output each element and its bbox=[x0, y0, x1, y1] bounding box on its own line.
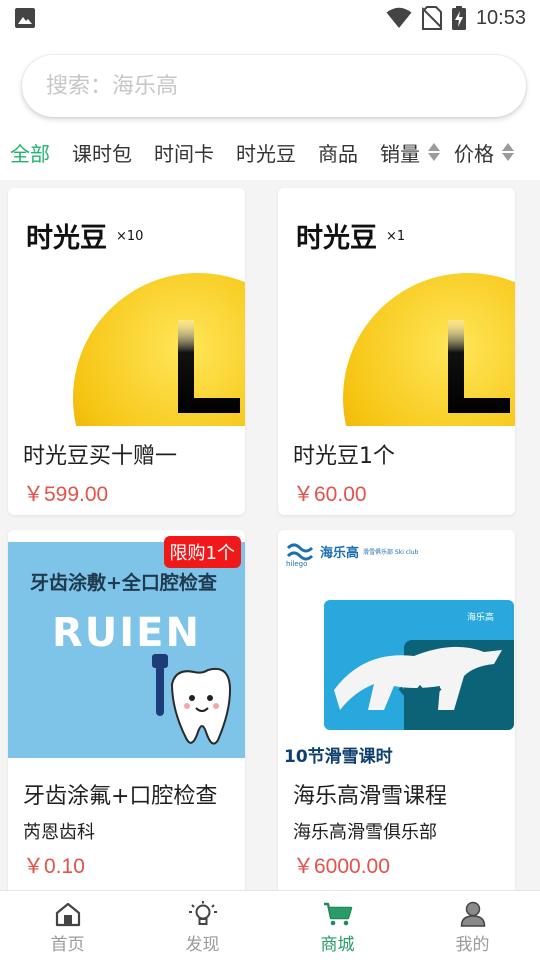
image-caption: 10节滑雪课时 bbox=[284, 747, 393, 767]
product-shop: 海乐高滑雪俱乐部 bbox=[293, 822, 437, 843]
cart-icon bbox=[323, 902, 352, 925]
status-time: 10:53 bbox=[475, 6, 526, 29]
search-input[interactable] bbox=[46, 55, 526, 117]
nav-mall[interactable]: 商城 bbox=[270, 891, 405, 960]
nav-profile[interactable]: 我的 bbox=[405, 891, 540, 960]
bottom-nav: 首页 发现 商城 我的 bbox=[0, 890, 540, 960]
sort-sales[interactable]: 销量 bbox=[380, 138, 440, 167]
product-price: ￥0.10 bbox=[23, 855, 85, 878]
nav-profile-label: 我的 bbox=[455, 934, 490, 955]
purchase-limit-badge: 限购1个 bbox=[163, 536, 241, 568]
nav-discover[interactable]: 发现 bbox=[135, 891, 270, 960]
wave-logo-icon bbox=[286, 543, 314, 561]
sort-price[interactable]: 价格 bbox=[454, 138, 514, 167]
status-bar: 10:53 bbox=[0, 0, 540, 36]
product-name: 海乐高滑雪课程 bbox=[293, 784, 448, 809]
image-banner-text: 牙齿涂敷+全口腔检查 bbox=[30, 572, 217, 594]
no-sim-icon bbox=[421, 6, 442, 30]
image-title: 时光豆 bbox=[296, 223, 377, 254]
product-card[interactable]: 时光豆 ×10 时光豆买十赠一 ￥599.00 bbox=[8, 188, 245, 515]
product-image: 海乐高 滑雪俱乐部 Ski club hilego 海乐高 10节滑雪课时 bbox=[278, 530, 515, 770]
sort-price-label: 价格 bbox=[454, 141, 494, 166]
image-notification-icon bbox=[14, 7, 36, 29]
wifi-icon bbox=[386, 7, 412, 29]
product-card[interactable]: 海乐高 滑雪俱乐部 Ski club hilego 海乐高 10节滑雪课时 海乐… bbox=[278, 530, 515, 890]
nav-mall-label: 商城 bbox=[320, 934, 355, 955]
logo-en-text: hilego bbox=[286, 560, 308, 568]
tab-time-card[interactable]: 时间卡 bbox=[154, 138, 214, 167]
nav-home[interactable]: 首页 bbox=[0, 891, 135, 960]
image-brand-text: RUIEN bbox=[52, 610, 201, 656]
product-image: 时光豆 ×10 bbox=[8, 188, 245, 426]
tooth-mascot-icon bbox=[152, 654, 232, 745]
product-price: ￥6000.00 bbox=[293, 855, 390, 878]
lightbulb-icon bbox=[188, 900, 217, 925]
nav-discover-label: 发现 bbox=[185, 934, 220, 955]
brand-logo: 海乐高 滑雪俱乐部 Ski club bbox=[286, 540, 418, 562]
sort-arrows-icon bbox=[428, 143, 440, 161]
tab-all[interactable]: 全部 bbox=[10, 138, 50, 167]
product-shop: 芮恩齿科 bbox=[23, 822, 95, 843]
header: 全部 课时包 时间卡 时光豆 商品 销量 价格 bbox=[0, 36, 540, 180]
user-icon bbox=[460, 901, 485, 927]
product-name: 时光豆买十赠一 bbox=[23, 444, 178, 469]
product-grid: 时光豆 ×10 时光豆买十赠一 ￥599.00 时光豆 ×1 时光豆1个 ￥60… bbox=[0, 180, 540, 890]
image-title: 时光豆 bbox=[26, 223, 107, 254]
tab-time-beans[interactable]: 时光豆 bbox=[236, 138, 296, 167]
filter-bar: 全部 课时包 时间卡 时光豆 商品 销量 价格 bbox=[0, 132, 540, 172]
tab-lesson-pack[interactable]: 课时包 bbox=[72, 138, 132, 167]
tab-goods[interactable]: 商品 bbox=[318, 138, 358, 167]
product-name: 牙齿涂氟+口腔检查 bbox=[23, 784, 218, 809]
battery-charging-icon bbox=[451, 6, 466, 30]
logo-subtext: 滑雪俱乐部 Ski club bbox=[363, 548, 419, 556]
sort-arrows-icon bbox=[502, 143, 514, 161]
sort-sales-label: 销量 bbox=[380, 141, 420, 166]
product-name: 时光豆1个 bbox=[293, 444, 395, 469]
nav-home-label: 首页 bbox=[50, 934, 85, 955]
home-icon bbox=[55, 902, 80, 926]
product-card[interactable]: 时光豆 ×1 时光豆1个 ￥60.00 bbox=[278, 188, 515, 515]
product-card[interactable]: 牙齿涂敷+全口腔检查 RUIEN 限购1个 牙齿涂氟+口腔检查 芮恩齿科 ￥0.… bbox=[8, 530, 245, 890]
logo-text: 海乐高 bbox=[320, 545, 360, 561]
ski-card-graphic: 海乐高 bbox=[324, 600, 514, 730]
product-image: 时光豆 ×1 bbox=[278, 188, 515, 426]
card-brand-text: 海乐高 bbox=[466, 613, 494, 623]
search-bar[interactable] bbox=[22, 55, 526, 117]
product-price: ￥60.00 bbox=[293, 483, 367, 506]
image-multiplier: ×1 bbox=[386, 229, 406, 244]
product-price: ￥599.00 bbox=[23, 483, 109, 506]
product-image: 牙齿涂敷+全口腔检查 RUIEN bbox=[8, 542, 245, 758]
image-multiplier: ×10 bbox=[116, 229, 144, 244]
